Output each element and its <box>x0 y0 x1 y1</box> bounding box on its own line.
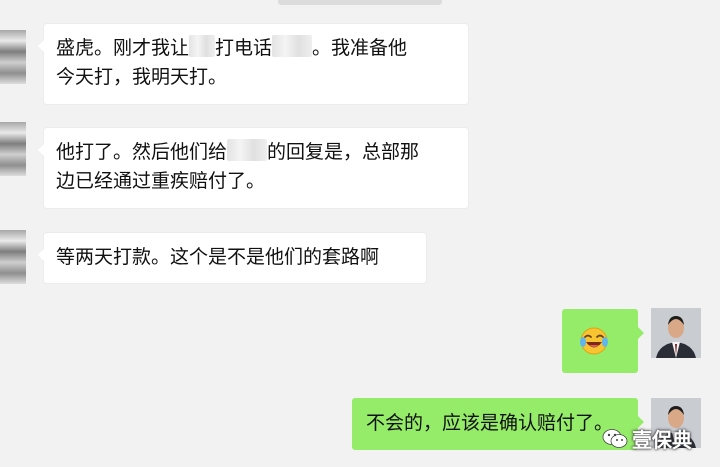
face-with-tears-of-joy-icon <box>580 327 608 355</box>
person-photo-icon <box>651 308 701 358</box>
contact-avatar[interactable] <box>0 122 26 176</box>
message-line: 边已经通过重疾赔付了。 <box>56 170 266 192</box>
outgoing-message[interactable]: 不会的，应该是确认赔付了。 <box>352 398 644 450</box>
message-text: 不会的，应该是确认赔付了。 <box>366 412 614 434</box>
redacted-mask <box>272 35 313 57</box>
contact-avatar[interactable] <box>0 30 26 84</box>
incoming-message[interactable]: 他打了。然后他们给 的回复是，总部那 边已经通过重疾赔付了。 <box>38 128 468 208</box>
message-line: 盛虎。刚才我让 打电话 。我准备他 <box>56 34 456 63</box>
message-text: 他打了。然后他们给 <box>56 141 228 163</box>
message-text: 。我准备他 <box>312 37 408 59</box>
message-text: 的回复是，总部那 <box>267 141 420 163</box>
contact-avatar[interactable] <box>0 230 26 284</box>
incoming-message[interactable]: 等两天打款。这个是不是他们的套路啊 <box>38 233 426 283</box>
top-edge <box>278 0 442 5</box>
redacted-mask <box>227 139 268 161</box>
watermark: 壹保典 <box>602 424 692 453</box>
user-avatar[interactable] <box>651 308 701 358</box>
message-line: 他打了。然后他们给 的回复是，总部那 <box>56 138 456 167</box>
wechat-logo-icon <box>602 428 628 448</box>
incoming-message[interactable]: 盛虎。刚才我让 打电话 。我准备他 今天打，我明天打。 <box>38 24 468 104</box>
message-text: 盛虎。刚才我让 <box>56 37 190 59</box>
watermark-text: 壹保典 <box>632 428 692 452</box>
outgoing-message[interactable] <box>562 309 644 373</box>
redacted-mask <box>189 35 216 57</box>
message-line: 今天打，我明天打。 <box>56 66 228 88</box>
message-text: 打电话 <box>215 37 273 59</box>
message-line: 等两天打款。这个是不是他们的套路啊 <box>56 246 380 268</box>
